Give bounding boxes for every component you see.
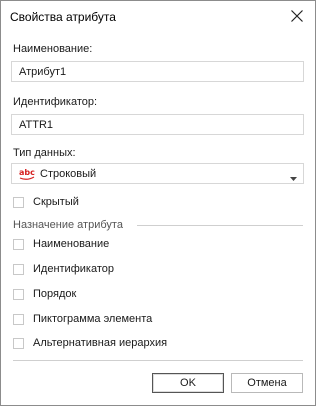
identifier-field[interactable] [11, 114, 304, 135]
checkbox-box[interactable] [13, 264, 24, 275]
chevron-down-icon [290, 172, 297, 181]
close-icon[interactable] [287, 6, 307, 26]
checkbox-box[interactable] [13, 197, 24, 208]
hidden-label: Скрытый [33, 196, 79, 208]
attribute-properties-dialog: Свойства атрибута Наименование: Идентифи… [0, 0, 316, 406]
purpose-option-label: Альтернативная иерархия [33, 337, 168, 349]
purpose-group-title: Назначение атрибута [13, 219, 123, 231]
purpose-option-label: Порядок [33, 288, 77, 300]
checkbox-box[interactable] [13, 289, 24, 300]
group-divider [137, 225, 303, 226]
purpose-option-label: Наименование [33, 238, 110, 250]
datatype-label: Тип данных: [13, 147, 76, 159]
dialog-title: Свойства атрибута [10, 10, 116, 24]
title-bar: Свойства атрибута [1, 1, 315, 32]
identifier-label: Идентификатор: [13, 96, 98, 108]
purpose-option-label: Пиктограмма элемента [33, 313, 153, 325]
checkbox-box[interactable] [13, 239, 24, 250]
name-field[interactable] [11, 61, 304, 82]
checkbox-box[interactable] [13, 338, 24, 349]
svg-text:abc: abc [19, 168, 35, 177]
datatype-value: Строковый [40, 168, 97, 180]
footer-divider [13, 360, 303, 361]
ok-button[interactable]: OK [152, 373, 224, 393]
string-type-icon: abc [19, 166, 35, 181]
checkbox-box[interactable] [13, 314, 24, 325]
cancel-button[interactable]: Отмена [231, 373, 303, 393]
purpose-option-label: Идентификатор [33, 263, 114, 275]
datatype-select[interactable]: abc Строковый [11, 163, 304, 184]
name-label: Наименование: [13, 43, 93, 55]
